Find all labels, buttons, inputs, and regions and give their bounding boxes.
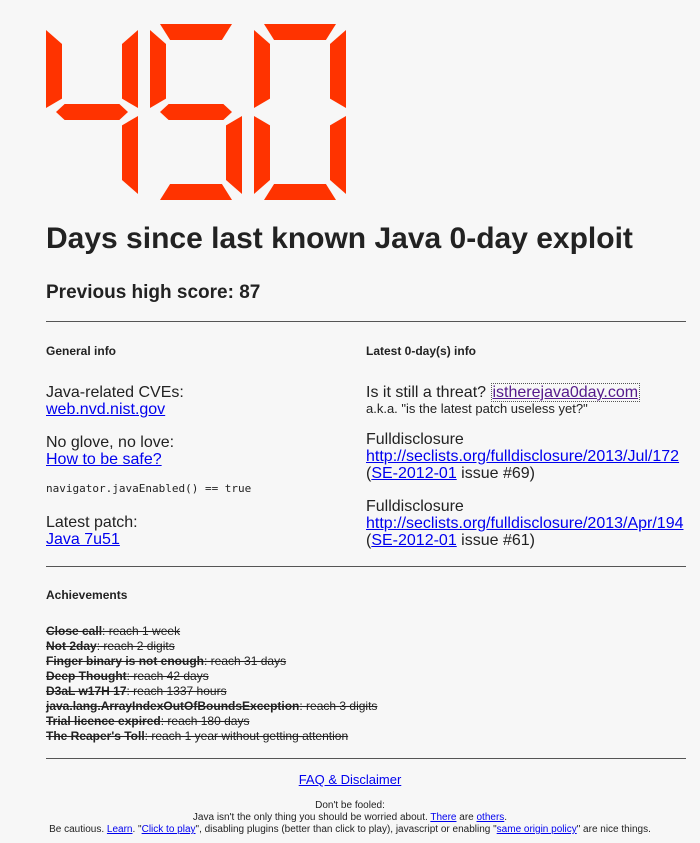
nvd-link[interactable]: web.nvd.nist.gov [46, 401, 165, 418]
high-score: Previous high score: 87 [46, 282, 261, 303]
day-counter-display [46, 24, 346, 200]
achievement-desc: : reach 1 week [102, 624, 181, 638]
code-snippet: navigator.javaEnabled() == true [46, 482, 252, 495]
achievements-section: Achievements Close call: reach 1 week Not… [46, 588, 686, 744]
achievement-item: Not 2day: reach 2 digits [46, 639, 686, 654]
threat-label: Is it still a threat? [366, 384, 487, 401]
footer: FAQ & Disclaimer Don't be fooled: Java i… [0, 772, 700, 836]
footer-text: " are nice things. [576, 824, 651, 835]
latest-0day-section: Latest 0-day(s) info Is it still a threa… [366, 344, 696, 565]
threat-aka: a.k.a. "is the latest patch useless yet?… [366, 401, 588, 416]
achievement-name: Not 2day [46, 639, 97, 653]
achievement-name: Close call [46, 624, 103, 638]
patch-label: Latest patch: [46, 514, 138, 531]
click-to-play-link[interactable]: Click to play [142, 824, 196, 835]
disclosure-entry: Fulldisclosure http://seclists.org/fulld… [366, 498, 696, 549]
java-patch-link[interactable]: Java 7u51 [46, 531, 120, 548]
footer-fine-print: Don't be fooled: Java isn't the only thi… [0, 800, 700, 836]
disclosure-entry: Fulldisclosure http://seclists.org/fulld… [366, 431, 696, 482]
achievement-desc: : reach 42 days [126, 669, 209, 683]
footer-text: . [504, 812, 508, 823]
segment-b [122, 30, 138, 108]
segment-b [330, 30, 346, 108]
footer-line-2: Java isn't the only thing you should be … [0, 812, 700, 824]
achievement-desc: : reach 1337 hours [126, 684, 227, 698]
disclosure-source: Fulldisclosure [366, 498, 464, 515]
counter-digit [150, 24, 242, 200]
footer-text: . " [132, 824, 142, 835]
footer-text: Be cautious. [49, 824, 107, 835]
learn-link[interactable]: Learn [107, 824, 133, 835]
achievement-item: Trial licence expired: reach 180 days [46, 714, 686, 729]
segment-f [150, 30, 166, 108]
footer-text: Java isn't the only thing you should be … [192, 812, 431, 823]
achievements-list: Close call: reach 1 week Not 2day: reach … [46, 624, 686, 744]
cves-label: Java-related CVEs: [46, 384, 184, 401]
achievement-name: D3aL w17H 17 [46, 684, 127, 698]
threat-block: Is it still a threat? istherejava0day.co… [366, 383, 696, 417]
there-link[interactable]: There [430, 812, 456, 823]
disclosure-url-link[interactable]: http://seclists.org/fulldisclosure/2013/… [366, 448, 679, 465]
segment-c [122, 116, 138, 194]
segment-g [160, 104, 232, 120]
segment-e [254, 116, 270, 194]
achievement-item: Close call: reach 1 week [46, 624, 686, 639]
counter-digit [254, 24, 346, 200]
footer-text: ", disabling plugins (better than click … [195, 824, 497, 835]
footer-line-1: Don't be fooled: [315, 800, 385, 811]
disclosure-url-link[interactable]: http://seclists.org/fulldisclosure/2013/… [366, 515, 684, 532]
achievement-name: java.lang.ArrayIndexOutOfBoundsException [46, 699, 300, 713]
se-ref-link[interactable]: SE-2012-01 [371, 532, 456, 549]
achievement-desc: : reach 31 days [204, 654, 287, 668]
patch-block: Latest patch: Java 7u51 [46, 514, 346, 548]
issue-text: issue #61) [456, 532, 535, 549]
achievement-name: Finger binary is not enough [46, 654, 205, 668]
achievement-item: Finger binary is not enough: reach 31 da… [46, 654, 686, 669]
segment-d [264, 184, 336, 200]
achievement-name: Trial licence expired [46, 714, 161, 728]
achievement-item: Deep Thought: reach 42 days [46, 669, 686, 684]
achievement-desc: : reach 3 digits [299, 699, 378, 713]
achievement-name: Deep Thought [46, 669, 127, 683]
segment-f [46, 30, 62, 108]
divider [46, 566, 686, 567]
segment-d [160, 184, 232, 200]
achievement-name: The Reaper's Toll [46, 729, 145, 743]
divider [46, 758, 686, 759]
segment-a [264, 24, 336, 40]
page-title: Days since last known Java 0-day exploit [46, 222, 633, 255]
faq-disclaimer-link[interactable]: FAQ & Disclaimer [299, 772, 402, 787]
cves-block: Java-related CVEs: web.nvd.nist.gov [46, 384, 346, 418]
se-ref-link[interactable]: SE-2012-01 [371, 465, 456, 482]
issue-text: issue #69) [456, 465, 535, 482]
achievement-desc: : reach 1 year without getting attention [144, 729, 349, 743]
segment-c [226, 116, 242, 194]
achievement-item: D3aL w17H 17: reach 1337 hours [46, 684, 686, 699]
segment-c [330, 116, 346, 194]
segment-g [56, 104, 128, 120]
counter-digit [46, 24, 138, 200]
istherejava0day-link[interactable]: istherejava0day.com [490, 383, 641, 402]
achievement-desc: : reach 2 digits [96, 639, 175, 653]
section-title: Latest 0-day(s) info [366, 344, 477, 358]
footer-line-3: Be cautious. Learn. "Click to play", dis… [0, 824, 700, 836]
disclosure-source: Fulldisclosure [366, 431, 464, 448]
general-info-section: General info Java-related CVEs: web.nvd.… [46, 344, 346, 564]
glove-block: No glove, no love: How to be safe? [46, 434, 346, 468]
segment-a [160, 24, 232, 40]
achievement-item: java.lang.ArrayIndexOutOfBoundsException… [46, 699, 686, 714]
glove-label: No glove, no love: [46, 434, 175, 451]
achievement-item: The Reaper's Toll: reach 1 year without … [46, 729, 686, 744]
others-link[interactable]: others [477, 812, 505, 823]
divider [46, 321, 686, 322]
section-title: Achievements [46, 588, 128, 602]
footer-text: are [456, 812, 477, 823]
section-title: General info [46, 344, 117, 358]
segment-f [254, 30, 270, 108]
achievement-desc: : reach 180 days [160, 714, 250, 728]
how-to-be-safe-link[interactable]: How to be safe? [46, 451, 162, 468]
same-origin-policy-link[interactable]: same origin policy [497, 824, 577, 835]
